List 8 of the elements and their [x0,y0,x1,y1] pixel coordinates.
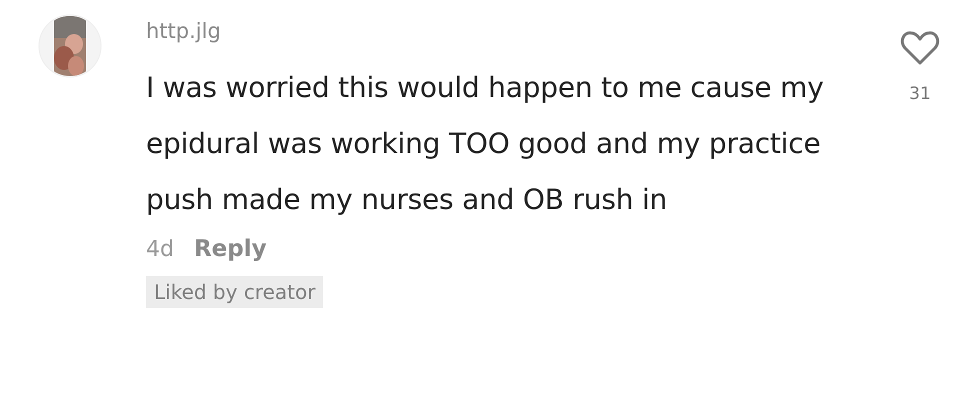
reply-link[interactable]: Reply [194,236,267,262]
comment-age: 4d [146,237,174,262]
heart-icon[interactable] [900,30,940,66]
username[interactable]: http.jlg [146,14,221,48]
user-avatar[interactable] [38,14,102,78]
like-count: 31 [909,84,931,104]
comment-text: I was worried this would happen to me cause my epidural was working TOO good and my practice push made my nurses and OB rush in [146,70,825,218]
liked-by-creator-label: Liked by creator [146,276,324,308]
